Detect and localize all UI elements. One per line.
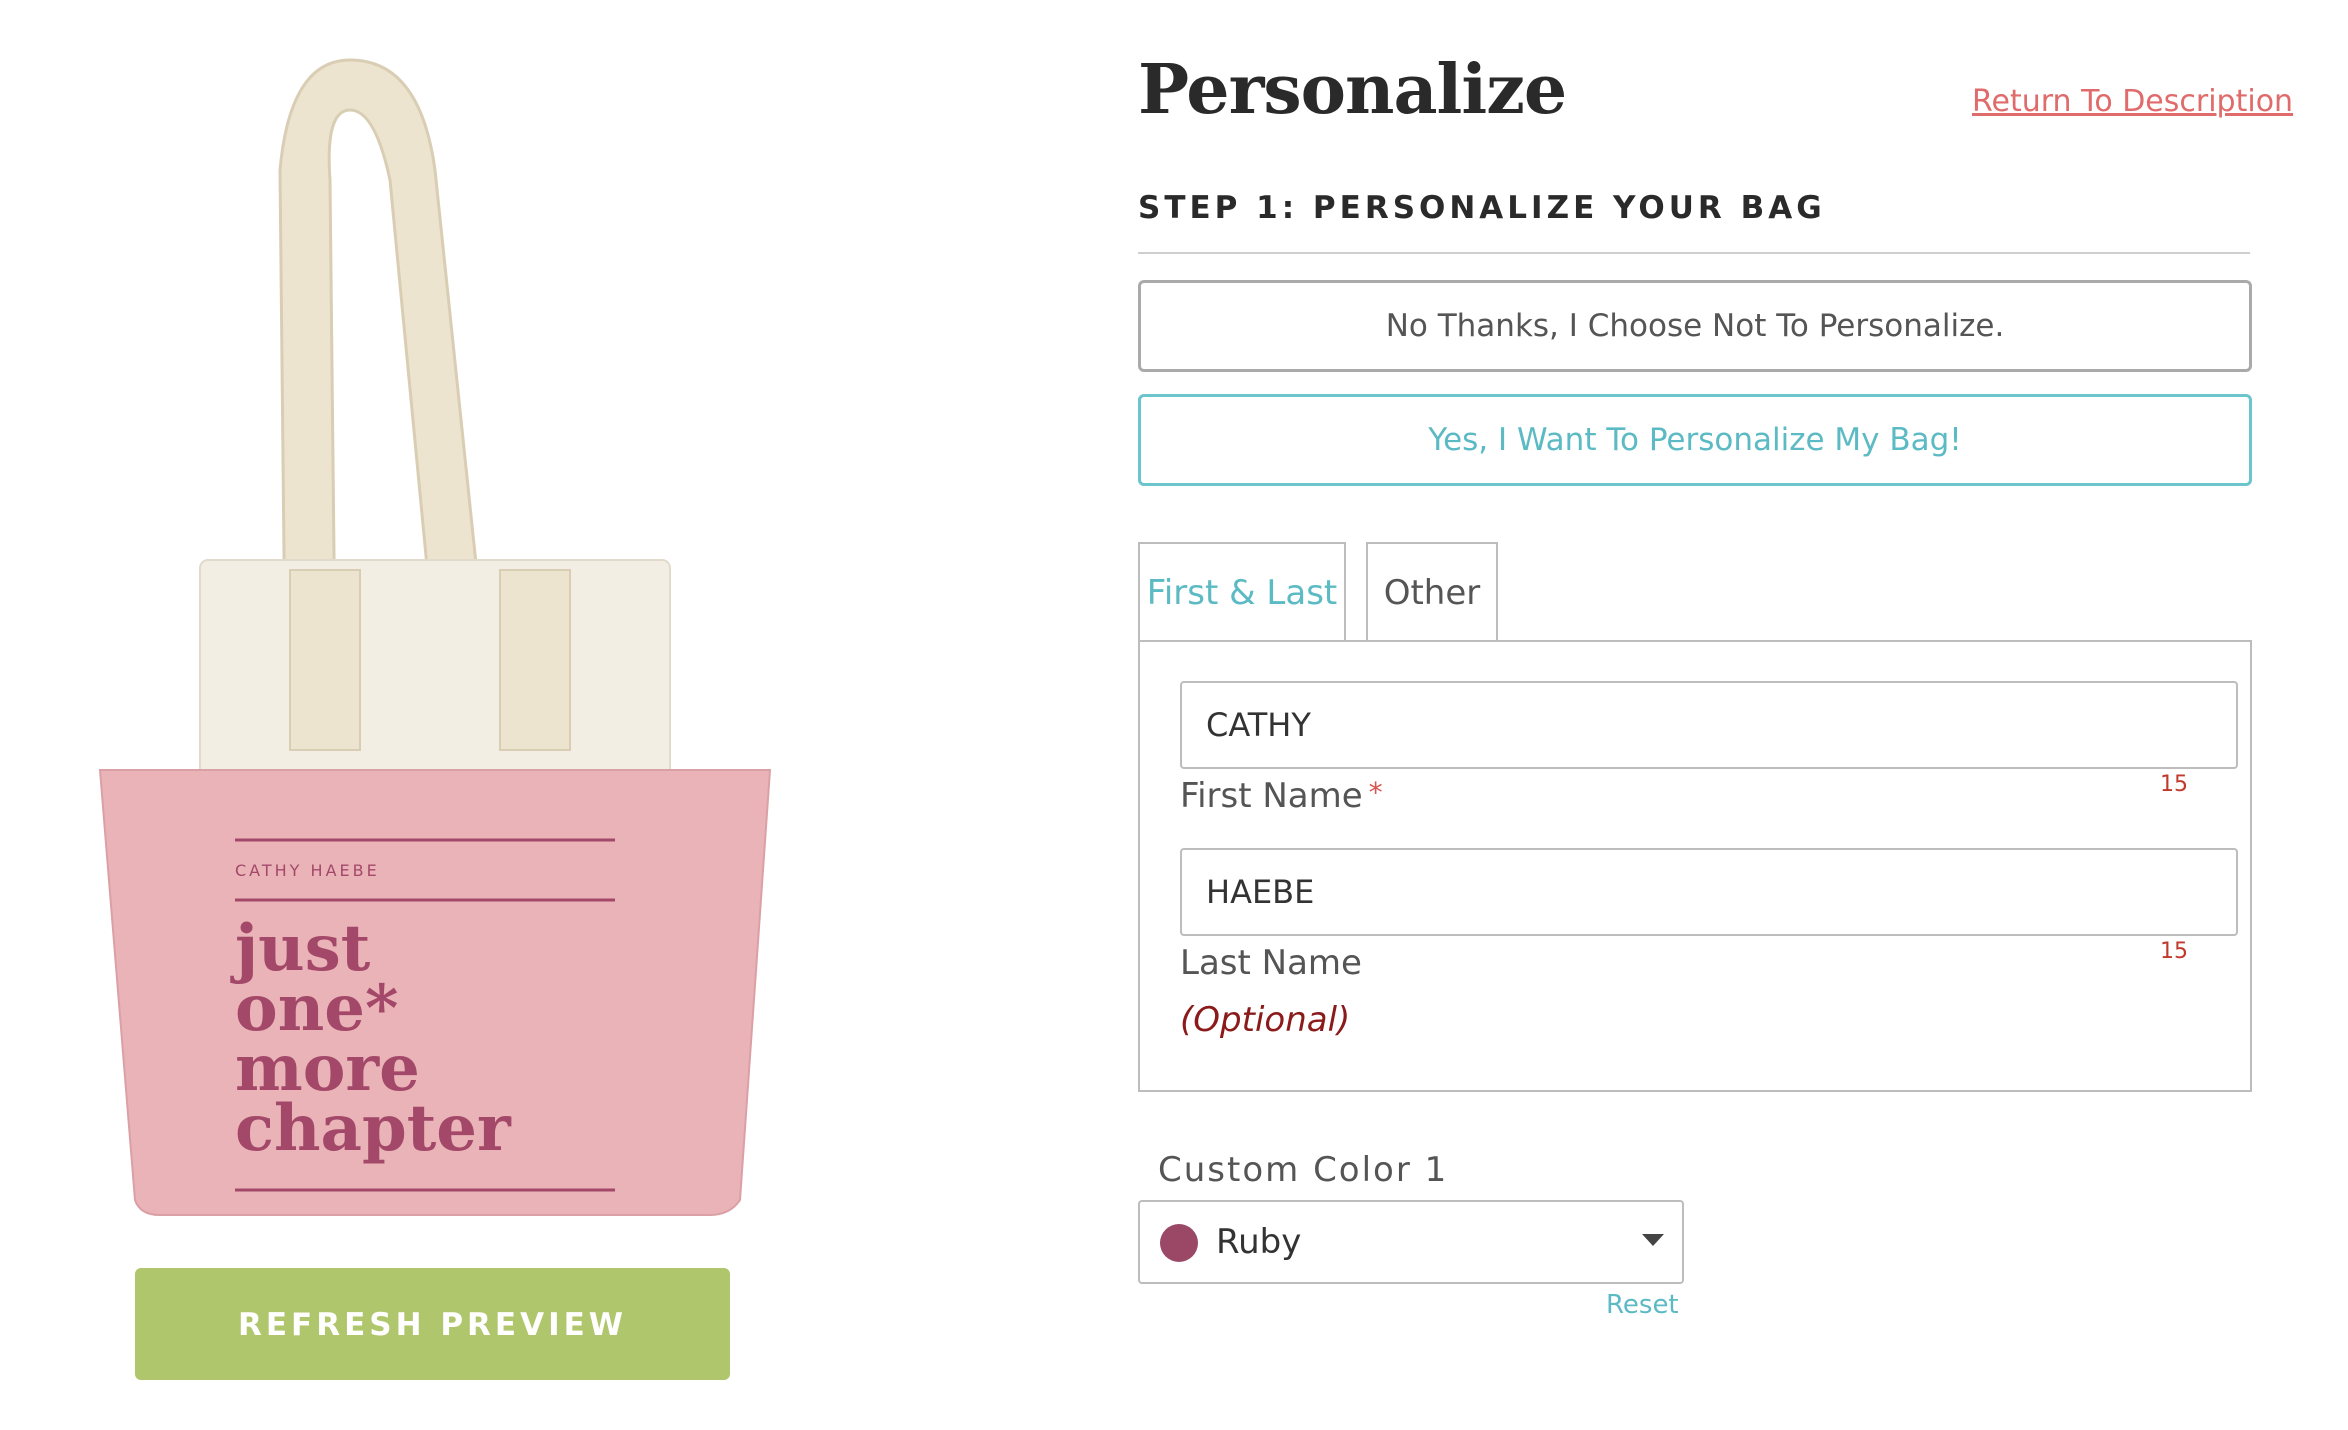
custom-color-label: Custom Color 1 xyxy=(1158,1150,1449,1190)
tab-other[interactable]: Other xyxy=(1366,542,1498,642)
first-name-input[interactable] xyxy=(1180,681,2238,769)
tab-first-last[interactable]: First & Last xyxy=(1138,542,1346,642)
product-preview: CATHY HAEBE just one* more chapter xyxy=(0,0,900,1430)
bag-name-text: CATHY HAEBE xyxy=(235,861,380,880)
color-swatch-icon xyxy=(1160,1224,1198,1262)
custom-color-select[interactable]: Ruby xyxy=(1138,1200,1684,1284)
bag-headline-line-4: chapter xyxy=(235,1091,512,1166)
last-name-input[interactable] xyxy=(1180,848,2238,936)
chevron-down-icon xyxy=(1642,1234,1664,1246)
last-name-char-counter: 15 xyxy=(2160,939,2188,964)
yes-personalize-button[interactable]: Yes, I Want To Personalize My Bag! xyxy=(1138,394,2252,486)
last-name-label: Last Name xyxy=(1180,943,1362,983)
optional-note: (Optional) xyxy=(1180,1000,1351,1040)
no-personalize-button[interactable]: No Thanks, I Choose Not To Personalize. xyxy=(1138,280,2252,372)
page-title: Personalize xyxy=(1138,50,1567,130)
first-name-label: First Name * xyxy=(1180,776,1383,816)
custom-color-value: Ruby xyxy=(1216,1222,1302,1262)
return-to-description-link[interactable]: Return To Description xyxy=(1972,84,2293,119)
tote-bag-preview-image: CATHY HAEBE just one* more chapter xyxy=(98,58,772,1216)
first-name-label-text: First Name xyxy=(1180,776,1363,816)
required-marker: * xyxy=(1368,776,1383,809)
reset-color-link[interactable]: Reset xyxy=(1606,1290,1679,1320)
step-1-heading: STEP 1: PERSONALIZE YOUR BAG xyxy=(1138,190,1826,226)
divider xyxy=(1138,252,2250,254)
refresh-preview-button[interactable]: REFRESH PREVIEW xyxy=(135,1268,730,1380)
first-name-char-counter: 15 xyxy=(2160,772,2188,797)
